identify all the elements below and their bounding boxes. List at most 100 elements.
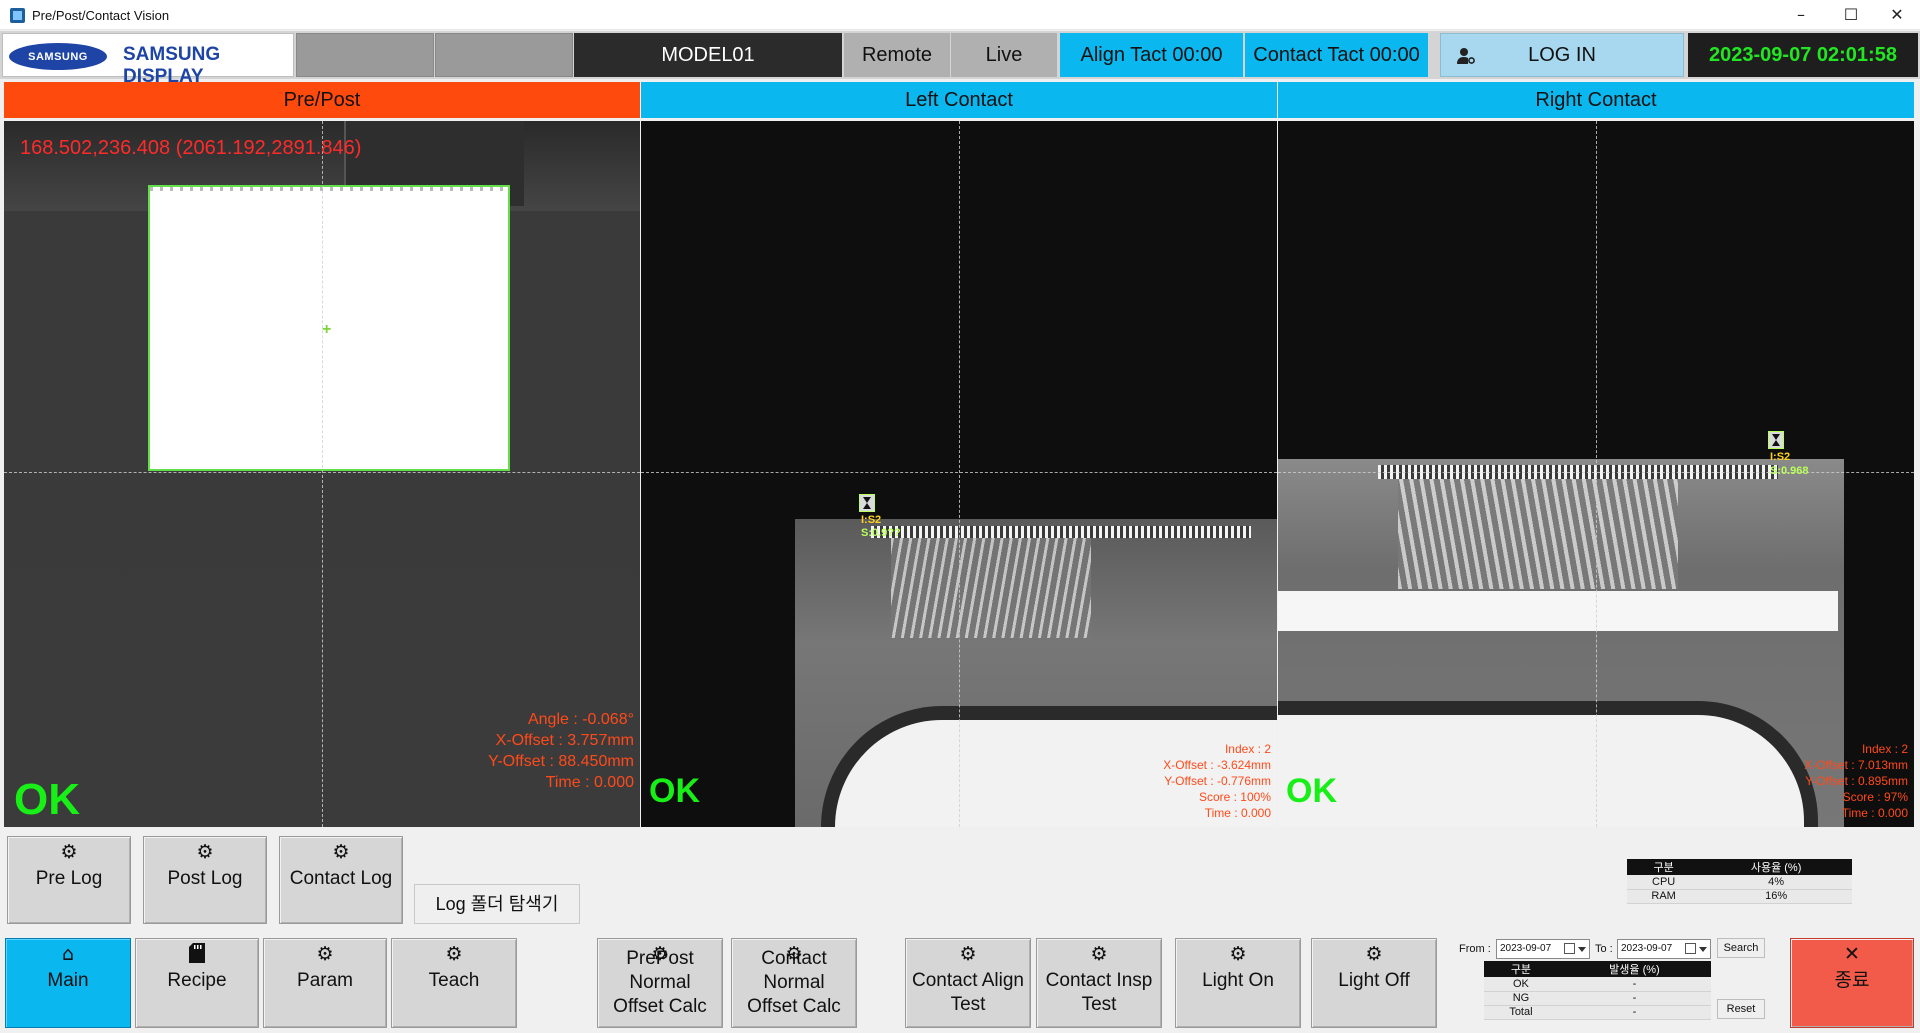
left-score: Score : 100% bbox=[1198, 790, 1271, 804]
prepost-time: Time : 0.000 bbox=[545, 774, 634, 791]
log-folder-explorer-button[interactable]: Log 폴더 탐색기 bbox=[414, 884, 580, 924]
rate-header-category: 구분 bbox=[1484, 961, 1558, 977]
gear-icon: ⚙ bbox=[332, 841, 350, 863]
gear-icon: ⚙ bbox=[959, 943, 977, 965]
left-trace-lines bbox=[891, 538, 1091, 638]
crosshair-vertical bbox=[322, 121, 323, 827]
right-mark-target bbox=[1768, 431, 1784, 449]
prepost-camera-view[interactable]: + 168.502,236.408 (2061.192,2891.846) An… bbox=[4, 121, 640, 827]
home-icon: ⌂ bbox=[61, 943, 75, 965]
from-label: From : bbox=[1459, 943, 1491, 955]
left-contact-panel-title: Left Contact bbox=[641, 82, 1277, 118]
recipe-button[interactable]: Recipe bbox=[135, 938, 259, 1028]
post-log-button[interactable]: ⚙ Post Log bbox=[143, 836, 267, 924]
search-button[interactable]: Search bbox=[1717, 938, 1765, 958]
to-date-picker[interactable]: 2023-09-07 bbox=[1617, 939, 1711, 959]
reset-button[interactable]: Reset bbox=[1717, 999, 1765, 1019]
contact-log-button[interactable]: ⚙ Contact Log bbox=[279, 836, 403, 924]
glass-edge bbox=[150, 187, 508, 191]
gear-icon: ⚙ bbox=[196, 841, 214, 863]
gear-icon: ⚙ bbox=[1229, 943, 1247, 965]
login-button[interactable]: LOG IN bbox=[1440, 33, 1684, 77]
left-ok-result: OK bbox=[649, 772, 700, 810]
table-row: NG - bbox=[1484, 991, 1711, 1006]
login-label: LOG IN bbox=[1528, 43, 1596, 66]
pre-log-button[interactable]: ⚙ Pre Log bbox=[7, 836, 131, 924]
usage-ram-label: RAM bbox=[1627, 889, 1701, 904]
center-cross-mark: + bbox=[322, 321, 332, 338]
remote-status[interactable]: Remote bbox=[844, 33, 950, 77]
left-contact-camera-view[interactable]: I:S2 S:0.9?? Index : 2 X-Offset : -3.624… bbox=[641, 121, 1277, 827]
live-status[interactable]: Live bbox=[951, 33, 1057, 77]
blank-slot-2 bbox=[435, 33, 573, 77]
exit-label: 종료 bbox=[1834, 970, 1870, 991]
teach-button[interactable]: ⚙ Teach bbox=[391, 938, 517, 1028]
rate-ng-label: NG bbox=[1484, 991, 1558, 1006]
right-index: Index : 2 bbox=[1861, 742, 1908, 756]
table-row: CPU 4% bbox=[1627, 875, 1852, 890]
left-contact-pins bbox=[871, 526, 1251, 538]
right-x-offset: X-Offset : 7.013mm bbox=[1804, 758, 1908, 772]
minimize-button[interactable]: – bbox=[1778, 0, 1824, 30]
crosshair-horizontal bbox=[4, 472, 640, 473]
light-on-button[interactable]: ⚙ Light On bbox=[1175, 938, 1301, 1028]
contact-tact: Contact Tact 00:00 bbox=[1245, 33, 1428, 77]
exit-button[interactable]: ✕ 종료 bbox=[1790, 938, 1914, 1028]
cursor-coordinates: 168.502,236.408 (2061.192,2891.846) bbox=[20, 137, 362, 159]
gear-icon: ⚙ bbox=[60, 841, 78, 863]
rate-total-label: Total bbox=[1484, 1005, 1558, 1020]
gear-icon: ⚙ bbox=[651, 943, 669, 965]
align-tact: Align Tact 00:00 bbox=[1060, 33, 1243, 77]
panel-glass-region: + bbox=[148, 185, 510, 471]
app-icon bbox=[10, 8, 25, 23]
right-crosshair-horizontal bbox=[1278, 472, 1914, 473]
contact-insp-test-button[interactable]: ⚙ Contact Insp Test bbox=[1036, 938, 1162, 1028]
from-date-picker[interactable]: 2023-09-07 bbox=[1496, 939, 1590, 959]
right-contact-panel-title: Right Contact bbox=[1278, 82, 1914, 118]
samsung-logo-oval: SAMSUNG bbox=[9, 43, 107, 70]
chevron-down-icon bbox=[1578, 947, 1586, 952]
close-icon: ✕ bbox=[1844, 943, 1860, 965]
calendar-icon bbox=[1564, 943, 1575, 954]
gear-icon: ⚙ bbox=[445, 943, 463, 965]
prepost-normal-offset-calc-button[interactable]: ⚙ PrePost Normal Offset Calc bbox=[597, 938, 723, 1028]
prepost-ok-result: OK bbox=[14, 775, 80, 824]
contact-align-test-button[interactable]: ⚙ Contact Align Test bbox=[905, 938, 1031, 1028]
usage-cpu-label: CPU bbox=[1627, 875, 1701, 890]
status-header: SAMSUNG SAMSUNG DISPLAY MODEL01 Remote L… bbox=[0, 31, 1920, 87]
gear-icon: ⚙ bbox=[1365, 943, 1383, 965]
right-y-offset: Y-Offset : 0.895mm bbox=[1805, 774, 1908, 788]
right-result-info: Index : 2 X-Offset : 7.013mm Y-Offset : … bbox=[1804, 741, 1908, 821]
table-row: OK - bbox=[1484, 977, 1711, 992]
usage-cpu-value: 4% bbox=[1700, 875, 1852, 890]
rate-total-value: - bbox=[1557, 1005, 1711, 1020]
param-button[interactable]: ⚙ Param bbox=[263, 938, 387, 1028]
recipe-label: Recipe bbox=[167, 970, 227, 991]
current-datetime: 2023-09-07 02:01:58 bbox=[1688, 33, 1918, 77]
teach-label: Teach bbox=[428, 970, 480, 991]
maximize-button[interactable]: ☐ bbox=[1828, 0, 1874, 30]
main-label: Main bbox=[47, 970, 89, 991]
contact-normal-offset-calc-button[interactable]: ⚙ Contact Normal Offset Calc bbox=[731, 938, 857, 1028]
window-title: Pre/Post/Contact Vision bbox=[32, 8, 170, 23]
right-mark-index: I:S2 bbox=[1770, 451, 1791, 463]
left-index: Index : 2 bbox=[1224, 742, 1271, 756]
table-row: Total - bbox=[1484, 1005, 1711, 1020]
prepost-angle: Angle : -0.068° bbox=[527, 711, 634, 728]
gear-icon: ⚙ bbox=[1090, 943, 1108, 965]
light-off-button[interactable]: ⚙ Light Off bbox=[1311, 938, 1437, 1028]
prepost-result-info: Angle : -0.068° X-Offset : 3.757mm Y-Off… bbox=[488, 709, 634, 793]
prepost-y-offset: Y-Offset : 88.450mm bbox=[488, 753, 634, 770]
right-panel-edge bbox=[1278, 701, 1818, 827]
main-button[interactable]: ⌂ Main bbox=[5, 938, 131, 1028]
post-log-label: Post Log bbox=[167, 868, 243, 889]
gear-icon: ⚙ bbox=[785, 943, 803, 965]
blank-slot-1 bbox=[296, 33, 434, 77]
rate-ok-value: - bbox=[1557, 977, 1711, 992]
right-contact-camera-view[interactable]: I:S2 S:0.968 Index : 2 X-Offset : 7.013m… bbox=[1278, 121, 1914, 827]
prepost-x-offset: X-Offset : 3.757mm bbox=[495, 732, 634, 749]
usage-table: 구분 사용율 (%) CPU 4% RAM 16% bbox=[1627, 859, 1852, 904]
param-label: Param bbox=[297, 970, 353, 991]
contact-align-label: Contact Align Test bbox=[912, 970, 1024, 1015]
close-window-button[interactable]: ✕ bbox=[1874, 0, 1920, 30]
